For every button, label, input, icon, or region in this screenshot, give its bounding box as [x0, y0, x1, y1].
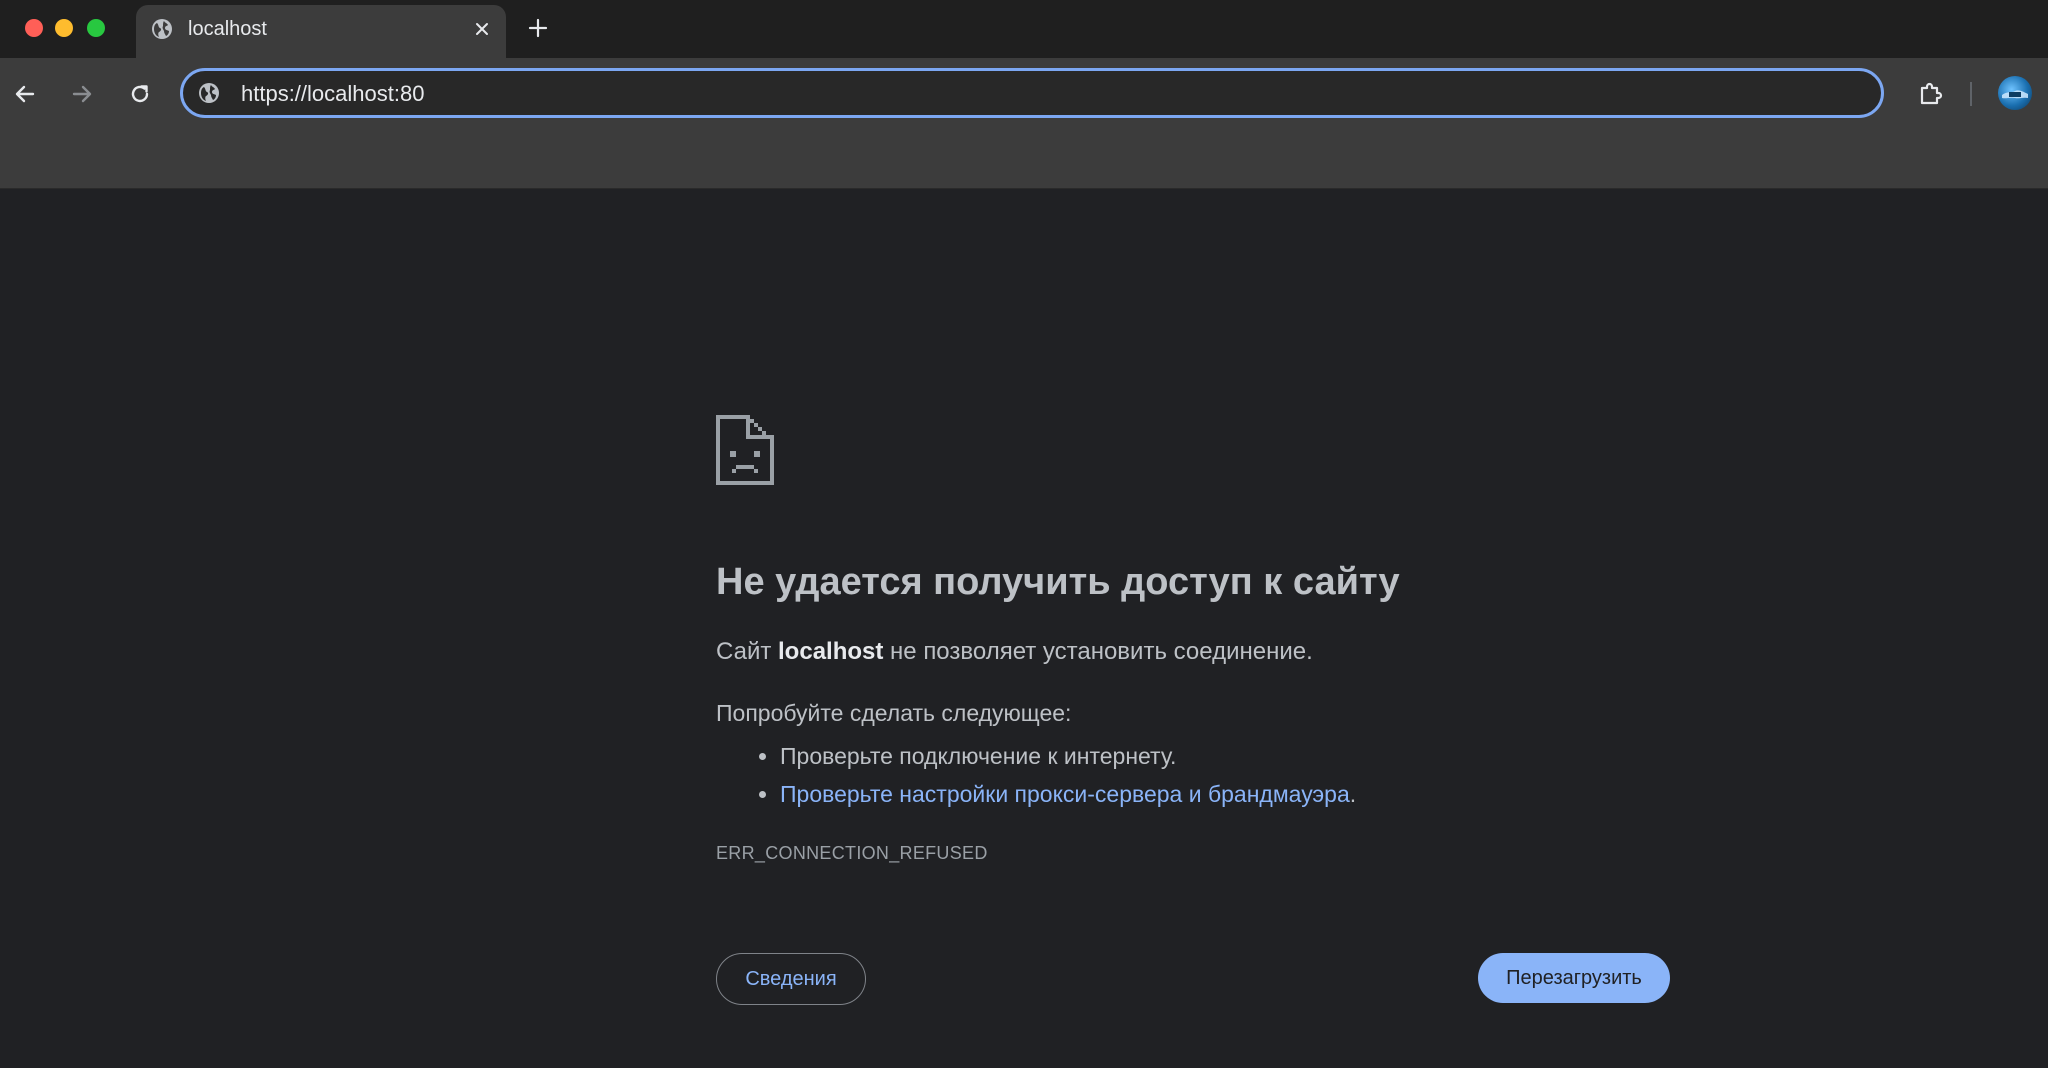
globe-icon[interactable] — [197, 81, 221, 105]
suggestion-item: Проверьте настройки прокси-сервера и бра… — [780, 775, 1356, 813]
window-minimize-button[interactable] — [55, 19, 73, 37]
active-tab[interactable]: localhost — [136, 5, 506, 58]
arrow-right-icon[interactable] — [66, 78, 98, 110]
plus-icon[interactable] — [524, 14, 552, 42]
close-icon[interactable] — [470, 17, 494, 41]
error-description: Сайт localhost не позволяет установить с… — [716, 638, 1313, 666]
toolbar-divider — [1970, 82, 1972, 106]
sad-file-icon — [716, 415, 774, 485]
reload-icon[interactable] — [124, 78, 156, 110]
description-prefix: Сайт — [716, 638, 779, 665]
address-bar[interactable]: https://localhost:80 — [180, 68, 1884, 118]
host-name: localhost — [778, 638, 884, 665]
profile-avatar[interactable] — [1998, 76, 2032, 110]
suggestions-list: Проверьте подключение к интернету. Прове… — [716, 737, 1356, 813]
error-page: Не удается получить доступ к сайту Сайт … — [0, 189, 2048, 1068]
description-suffix: не позволяет установить соединение. — [883, 638, 1313, 665]
error-title: Не удается получить доступ к сайту — [716, 561, 1400, 603]
browser-toolbar: https://localhost:80 — [0, 58, 2048, 189]
url-text[interactable]: https://localhost:80 — [241, 81, 424, 107]
window-close-button[interactable] — [25, 19, 43, 37]
error-code: ERR_CONNECTION_REFUSED — [716, 843, 988, 863]
arrow-left-icon[interactable] — [9, 78, 41, 110]
avatar-image — [2002, 90, 2028, 99]
proxy-firewall-link[interactable]: Проверьте настройки прокси-сервера и бра… — [780, 781, 1350, 807]
suggestion-period: . — [1349, 781, 1357, 807]
suggestion-check-connection: Проверьте подключение к интернету. — [780, 743, 1177, 769]
reload-button[interactable]: Перезагрузить — [1478, 953, 1670, 1003]
globe-icon — [152, 19, 172, 39]
suggestion-item: Проверьте подключение к интернету. — [780, 737, 1356, 775]
suggestions-heading: Попробуйте сделать следующее: — [716, 700, 1072, 726]
tab-title: localhost — [188, 18, 267, 40]
details-button[interactable]: Сведения — [716, 953, 866, 1005]
tab-strip: localhost — [0, 0, 2048, 58]
puzzle-icon[interactable] — [1914, 78, 1946, 110]
window-maximize-button[interactable] — [87, 19, 105, 37]
